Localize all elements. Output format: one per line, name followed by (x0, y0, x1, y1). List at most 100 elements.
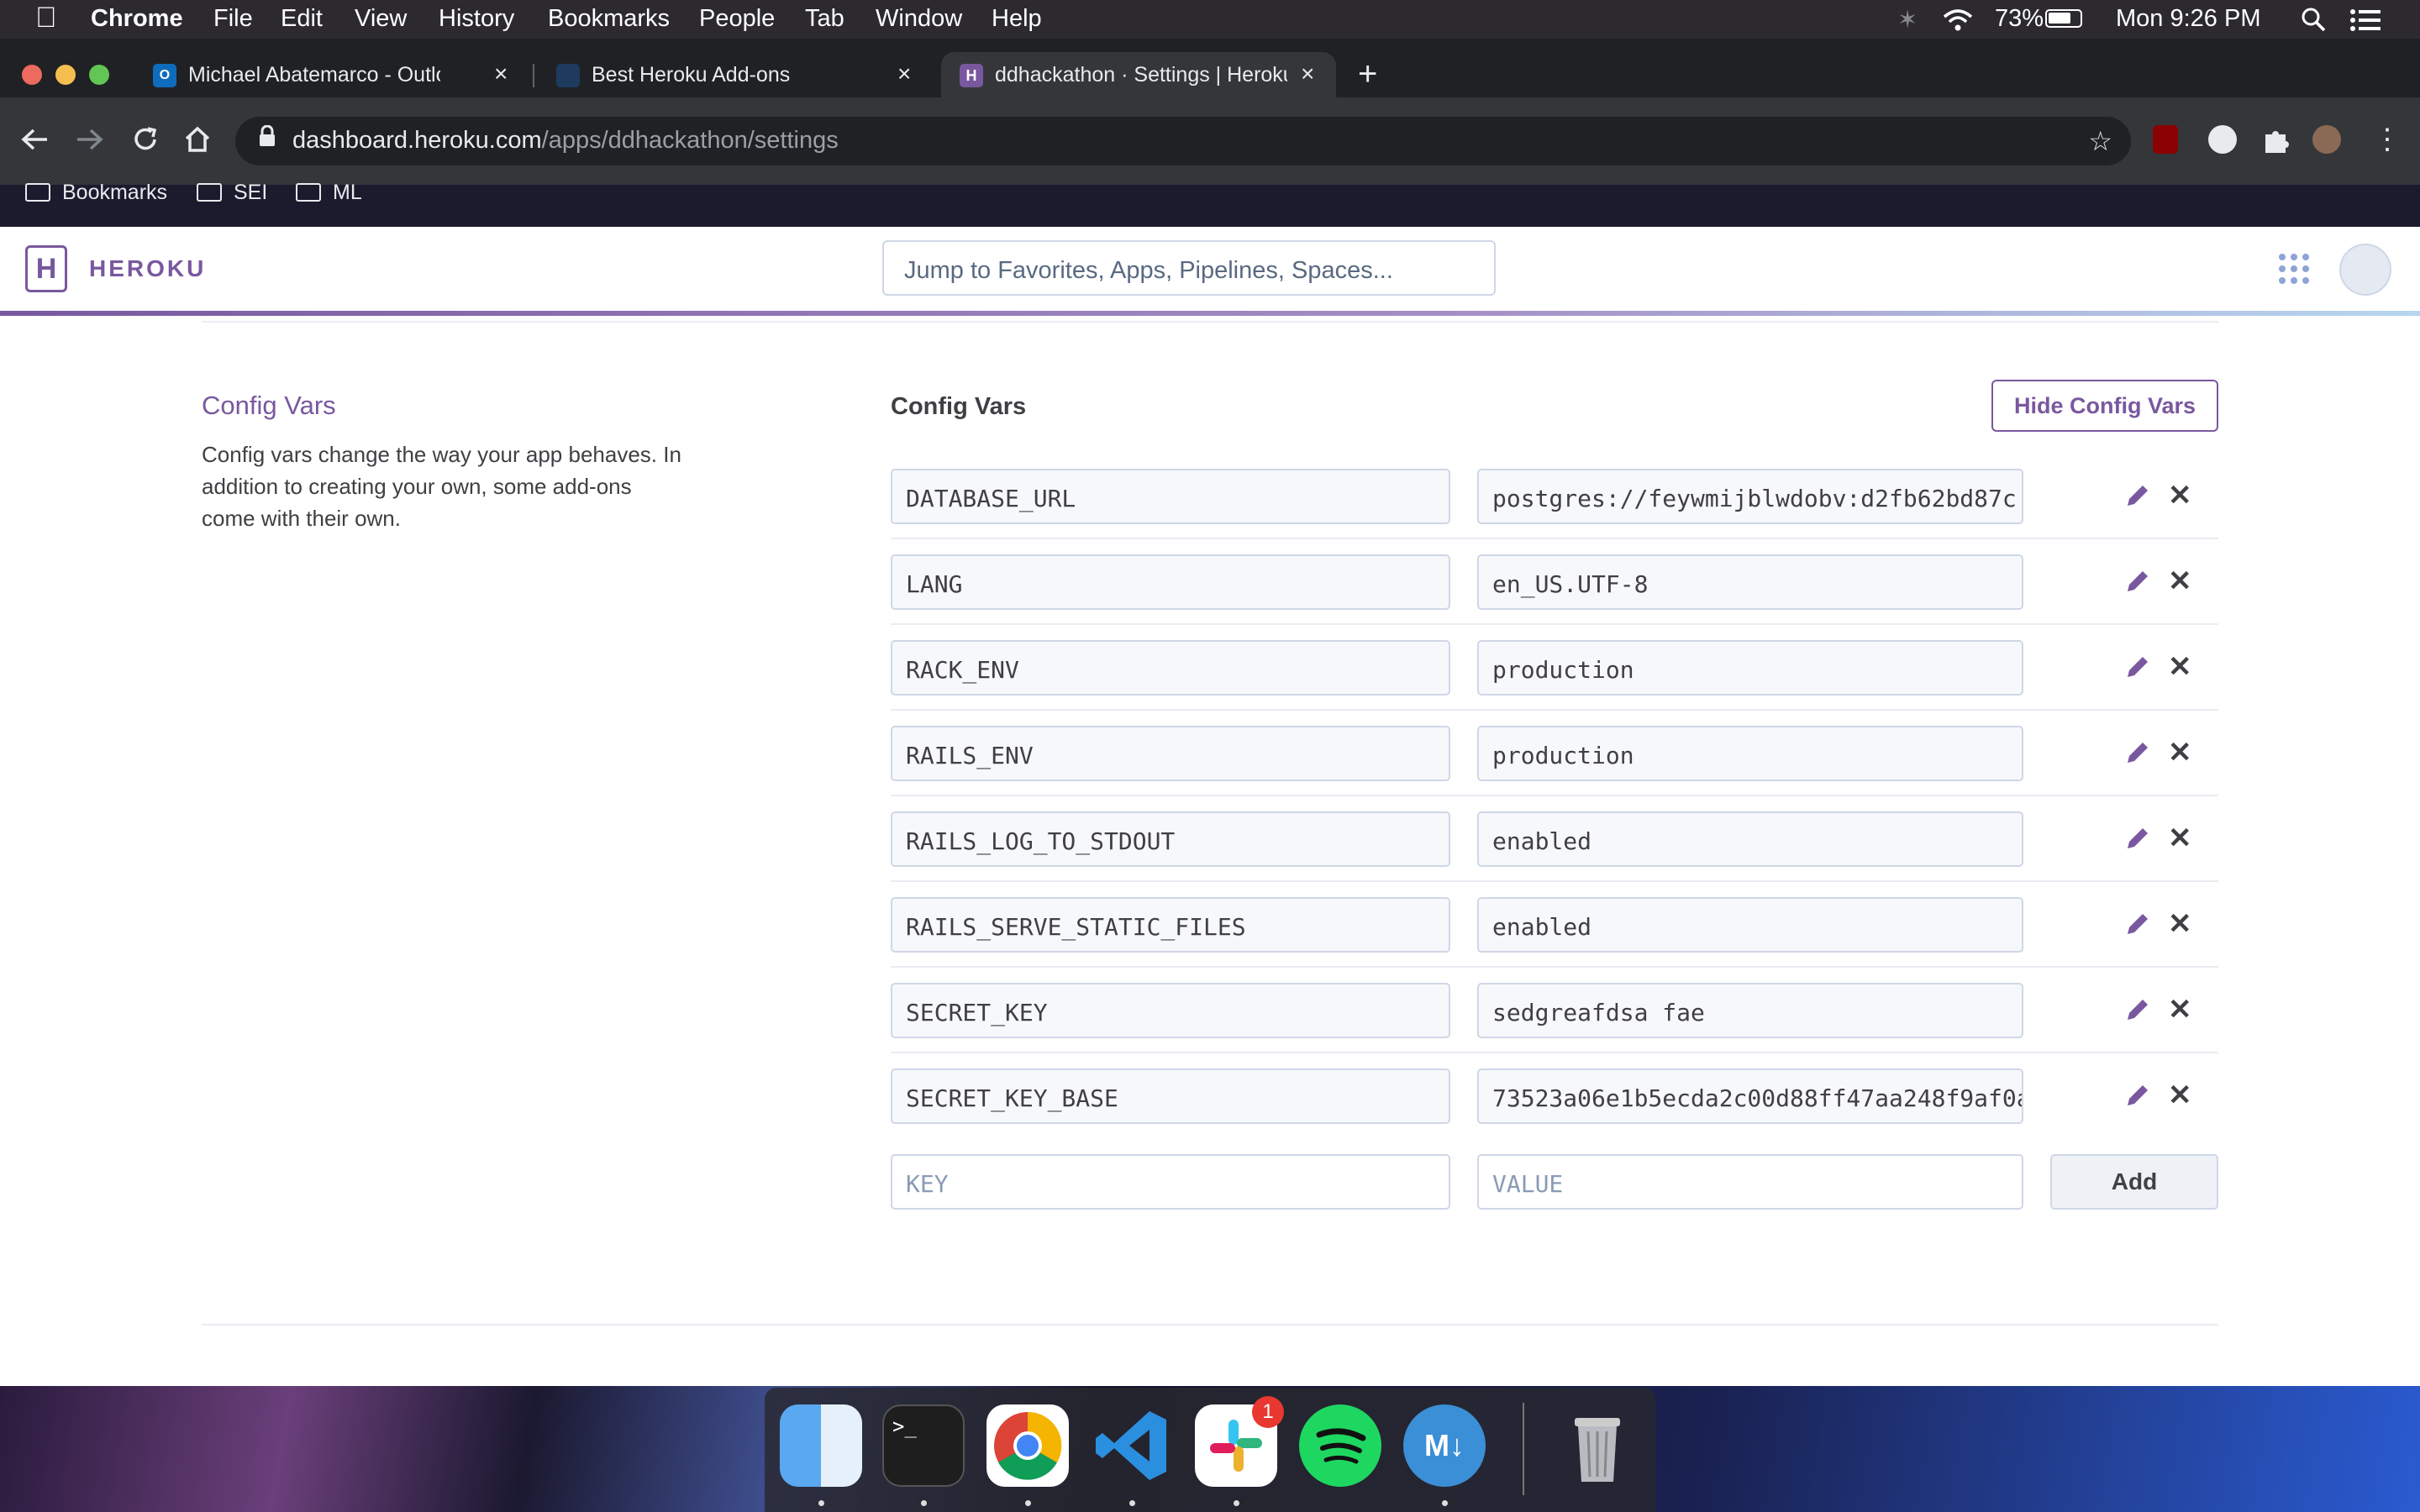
config-var-row: RACK_ENV production ✕ (891, 625, 2218, 711)
reload-icon[interactable] (131, 125, 160, 154)
menu-view[interactable]: View (355, 5, 407, 33)
wifi-icon[interactable] (1941, 7, 1975, 32)
config-key-field[interactable]: RAILS_ENV (891, 726, 1450, 781)
apple-icon[interactable]:  (35, 2, 57, 34)
config-value-field[interactable]: postgres://feywmijblwdobv:d2fb62bd87c (1477, 469, 2023, 524)
edit-pencil-icon[interactable] (2124, 654, 2151, 680)
menu-history[interactable]: History (439, 5, 514, 33)
new-key-input[interactable]: KEY (891, 1154, 1450, 1210)
edit-pencil-icon[interactable] (2124, 739, 2151, 766)
edit-pencil-icon[interactable] (2124, 911, 2151, 937)
delete-x-icon[interactable]: ✕ (2168, 479, 2192, 512)
menu-file[interactable]: File (213, 5, 253, 33)
bluetooth-icon[interactable]: ✶ (1897, 5, 1918, 34)
spotlight-search-icon[interactable] (2301, 7, 2326, 32)
window-close-button[interactable] (22, 65, 42, 85)
close-tab-icon[interactable]: × (1301, 60, 1314, 87)
edit-pencil-icon[interactable] (2124, 1082, 2151, 1109)
edit-pencil-icon[interactable] (2124, 996, 2151, 1023)
running-indicator (1025, 1500, 1031, 1506)
edit-pencil-icon[interactable] (2124, 568, 2151, 595)
new-value-input[interactable]: VALUE (1477, 1154, 2023, 1210)
vscode-icon[interactable] (1091, 1404, 1173, 1487)
close-tab-icon[interactable]: × (494, 60, 508, 87)
header-gradient-bar (0, 311, 2420, 316)
user-avatar[interactable] (2339, 244, 2391, 296)
tab-heroku-addons[interactable]: Best Heroku Add-ons × (538, 52, 933, 97)
battery-icon[interactable] (2045, 9, 2082, 28)
ublock-extension-icon[interactable] (2153, 125, 2178, 154)
config-key-field[interactable]: SECRET_KEY_BASE (891, 1068, 1450, 1124)
jump-search-input[interactable]: Jump to Favorites, Apps, Pipelines, Spac… (882, 240, 1496, 296)
chrome-menu-icon[interactable]: ⋮ (2373, 123, 2402, 156)
delete-x-icon[interactable]: ✕ (2168, 907, 2192, 941)
hide-config-vars-button[interactable]: Hide Config Vars (1991, 380, 2218, 432)
menu-people[interactable]: People (699, 5, 775, 33)
menu-tab[interactable]: Tab (805, 5, 844, 33)
delete-x-icon[interactable]: ✕ (2168, 993, 2192, 1026)
forward-icon[interactable] (76, 127, 104, 152)
menu-help[interactable]: Help (992, 5, 1042, 33)
menu-edit[interactable]: Edit (281, 5, 323, 33)
config-key-field[interactable]: RAILS_LOG_TO_STDOUT (891, 811, 1450, 867)
extensions-puzzle-icon[interactable] (2260, 124, 2291, 155)
config-value-field[interactable]: production (1477, 726, 2023, 781)
url-text[interactable]: dashboard.heroku.com/apps/ddhackathon/se… (292, 127, 839, 155)
delete-x-icon[interactable]: ✕ (2168, 736, 2192, 769)
heroku-logo-icon[interactable]: H (25, 245, 67, 292)
bookmark-folder-ml[interactable]: ML (296, 181, 362, 205)
finder-icon[interactable] (780, 1404, 862, 1487)
menu-window[interactable]: Window (876, 5, 962, 33)
new-tab-icon[interactable]: + (1358, 55, 1377, 93)
config-value-field[interactable]: en_US.UTF-8 (1477, 554, 2023, 610)
config-key-field[interactable]: SECRET_KEY (891, 983, 1450, 1038)
config-value-field[interactable]: 73523a06e1b5ecda2c00d88ff47aa248f9af0a (1477, 1068, 2023, 1124)
config-key-field[interactable]: LANG (891, 554, 1450, 610)
edit-pencil-icon[interactable] (2124, 482, 2151, 509)
bookmark-star-icon[interactable]: ☆ (2088, 125, 2112, 157)
config-var-row: LANG en_US.UTF-8 ✕ (891, 539, 2218, 625)
menu-clock[interactable]: Mon 9:26 PM (2116, 5, 2260, 33)
folder-icon (296, 183, 321, 202)
terminal-icon[interactable]: >_ (882, 1404, 965, 1487)
config-value-field[interactable]: production (1477, 640, 2023, 696)
edit-pencil-icon[interactable] (2124, 825, 2151, 852)
config-value-field[interactable]: sedgreafdsa fae (1477, 983, 2023, 1038)
spotify-icon[interactable] (1299, 1404, 1381, 1487)
config-value-field[interactable]: enabled (1477, 897, 2023, 953)
markdown-icon[interactable]: M↓ (1403, 1404, 1486, 1487)
delete-x-icon[interactable]: ✕ (2168, 822, 2192, 855)
back-icon[interactable] (20, 127, 49, 152)
config-var-row: SECRET_KEY_BASE 73523a06e1b5ecda2c00d88f… (891, 1053, 2218, 1139)
config-key-field[interactable]: RAILS_SERVE_STATIC_FILES (891, 897, 1450, 953)
window-zoom-button[interactable] (89, 65, 109, 85)
config-key-field[interactable]: RACK_ENV (891, 640, 1450, 696)
heroku-logo-text[interactable]: HEROKU (89, 255, 206, 282)
config-key-field[interactable]: DATABASE_URL (891, 469, 1450, 524)
extension-icon[interactable] (2208, 125, 2237, 154)
home-icon[interactable] (183, 125, 212, 154)
bookmark-folder-sei[interactable]: SEI (197, 181, 267, 205)
chrome-icon[interactable] (986, 1404, 1069, 1487)
apps-grid-icon[interactable] (2279, 254, 2309, 284)
menu-app-name[interactable]: Chrome (91, 5, 183, 33)
lock-icon[interactable] (259, 125, 275, 146)
config-var-row: SECRET_KEY sedgreafdsa fae ✕ (891, 968, 2218, 1053)
add-config-var-button[interactable]: Add (2050, 1154, 2218, 1210)
close-tab-icon[interactable]: × (897, 60, 911, 87)
config-value-field[interactable]: enabled (1477, 811, 2023, 867)
notification-center-icon[interactable] (2349, 8, 2381, 32)
delete-x-icon[interactable]: ✕ (2168, 650, 2192, 684)
delete-x-icon[interactable]: ✕ (2168, 1079, 2192, 1112)
address-bar[interactable]: dashboard.heroku.com/apps/ddhackathon/se… (235, 117, 2131, 165)
bookmark-folder-bookmarks[interactable]: Bookmarks (25, 181, 167, 205)
delete-x-icon[interactable]: ✕ (2168, 564, 2192, 598)
tab-outlook[interactable]: O Michael Abatemarco - Outlook × (134, 52, 529, 97)
menu-bookmarks[interactable]: Bookmarks (548, 5, 670, 33)
profile-avatar[interactable] (2312, 125, 2341, 154)
window-minimize-button[interactable] (55, 65, 76, 85)
tab-heroku-settings[interactable]: H ddhackathon · Settings | Heroku × (941, 52, 1336, 97)
section-title: Config Vars (202, 391, 336, 420)
heroku-page: H HEROKU Jump to Favorites, Apps, Pipeli… (0, 227, 2420, 1386)
trash-icon[interactable] (1556, 1404, 1639, 1487)
